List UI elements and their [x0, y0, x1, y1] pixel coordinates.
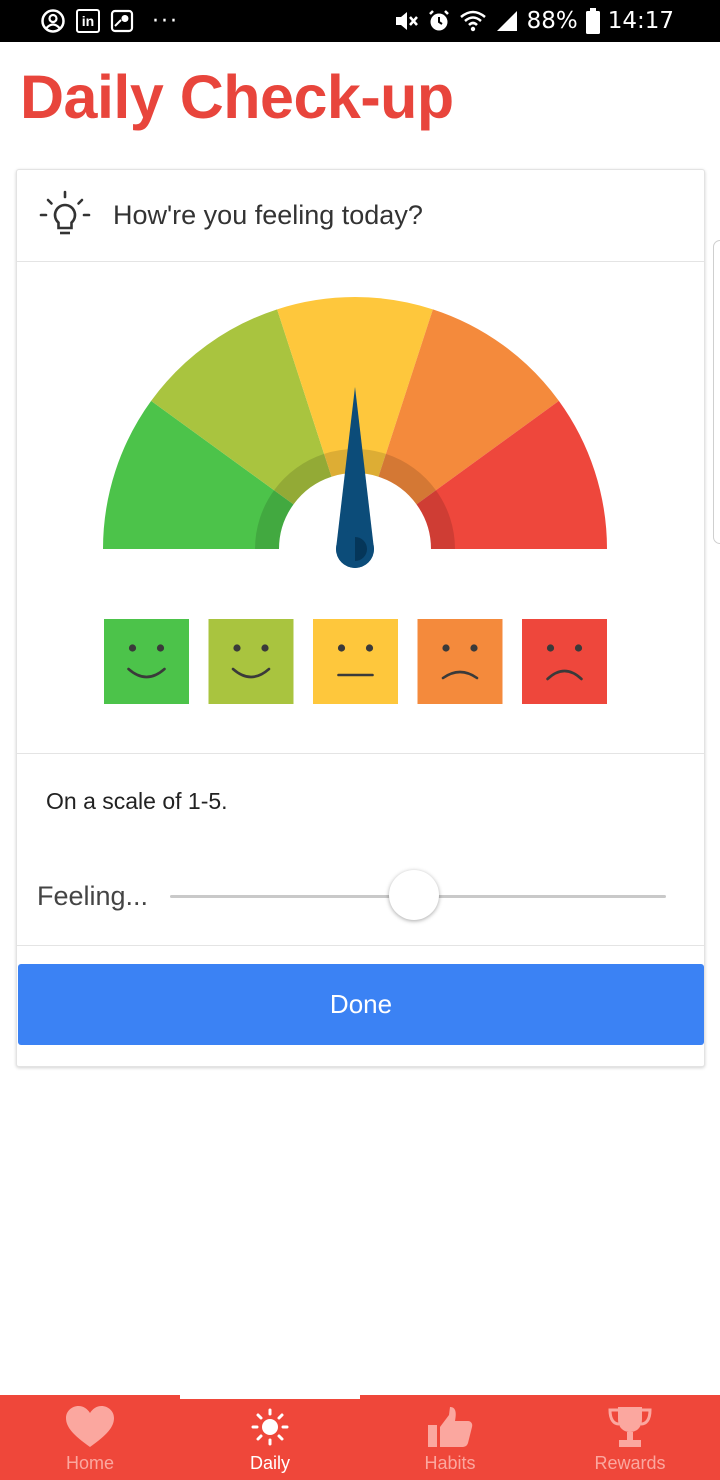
- battery-icon: [585, 8, 600, 34]
- more-notifications-icon: ···: [152, 8, 179, 34]
- nav-habits-label: Habits: [424, 1453, 476, 1473]
- mute-icon: [395, 12, 418, 30]
- nav-daily[interactable]: Daily: [180, 1395, 360, 1480]
- trophy-icon: [608, 1407, 652, 1447]
- very-sad-face-icon[interactable]: [522, 619, 607, 704]
- nav-active-indicator: [180, 1395, 360, 1399]
- status-bar: in ··· 88% 14:17: [0, 0, 720, 42]
- scale-row: On a scale of 1-5.: [17, 755, 704, 847]
- done-button[interactable]: Done: [18, 964, 704, 1045]
- alarm-icon: [428, 10, 449, 31]
- nav-rewards[interactable]: Rewards: [540, 1395, 720, 1480]
- nav-home[interactable]: Home: [0, 1395, 180, 1480]
- mood-gauge-svg: [103, 297, 607, 704]
- nav-home-label: Home: [65, 1453, 114, 1473]
- slider-label: Feeling...: [37, 881, 149, 911]
- sun-icon: [251, 1408, 289, 1446]
- scale-description: On a scale of 1-5.: [46, 788, 228, 814]
- signal-icon: [496, 11, 517, 31]
- nav-habits[interactable]: Habits: [360, 1395, 540, 1480]
- feeling-slider-thumb[interactable]: [389, 870, 439, 920]
- mood-meter: [17, 263, 704, 754]
- lightbulb-icon: [39, 190, 91, 235]
- wifi-icon: [459, 10, 486, 32]
- battery-percent: 88%: [526, 8, 578, 34]
- page-title: Daily Check-up: [20, 63, 454, 131]
- notification-icons: in ···: [40, 6, 179, 36]
- system-icons: 88% 14:17: [393, 6, 674, 36]
- heart-icon: [66, 1406, 114, 1447]
- neutral-face-icon[interactable]: [313, 619, 398, 704]
- sad-face-icon[interactable]: [417, 619, 503, 704]
- card-header: How're you feeling today?: [17, 170, 704, 262]
- very-happy-face-icon[interactable]: [104, 619, 189, 704]
- clock: 14:17: [607, 8, 674, 34]
- thumbs-up-icon: [428, 1407, 473, 1447]
- nav-rewards-label: Rewards: [594, 1453, 666, 1473]
- bottom-nav: Home Daily Habits Rewards: [0, 1395, 720, 1480]
- feeling-slider-row: Feeling...: [17, 847, 704, 946]
- location-icon: [110, 9, 134, 33]
- scroll-edge: [713, 240, 720, 544]
- question-text: How're you feeling today?: [113, 200, 423, 230]
- happy-face-icon[interactable]: [208, 619, 294, 704]
- nav-daily-label: Daily: [249, 1453, 290, 1473]
- account-icon: [41, 9, 65, 33]
- checkup-card: How're you feeling today? On a scale of …: [16, 169, 705, 1067]
- linkedin-icon: in: [76, 9, 100, 33]
- app-screen: in ··· 88% 14:17 Daily Check-up How're y…: [0, 0, 720, 1480]
